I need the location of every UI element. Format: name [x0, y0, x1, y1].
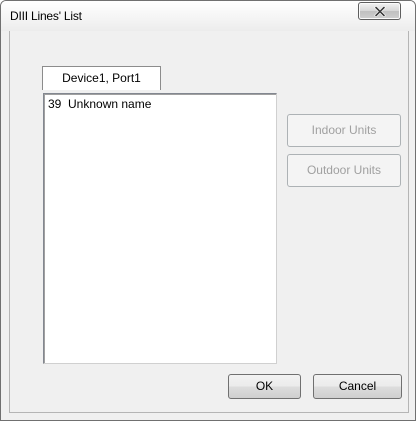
outdoor-units-button[interactable]: Outdoor Units: [287, 154, 401, 187]
close-icon: [374, 6, 386, 17]
close-button[interactable]: [358, 2, 401, 20]
list-item[interactable]: 39 Unknown name: [48, 97, 151, 111]
window-title: DIII Lines' List: [10, 9, 82, 23]
lines-listbox[interactable]: 39 Unknown name: [43, 93, 277, 364]
title-bar[interactable]: DIII Lines' List: [1, 1, 415, 31]
cancel-button[interactable]: Cancel: [313, 374, 402, 399]
ok-button[interactable]: OK: [228, 374, 301, 399]
tab-device1-port1[interactable]: Device1, Port1: [42, 66, 161, 90]
indoor-units-button[interactable]: Indoor Units: [287, 114, 401, 147]
